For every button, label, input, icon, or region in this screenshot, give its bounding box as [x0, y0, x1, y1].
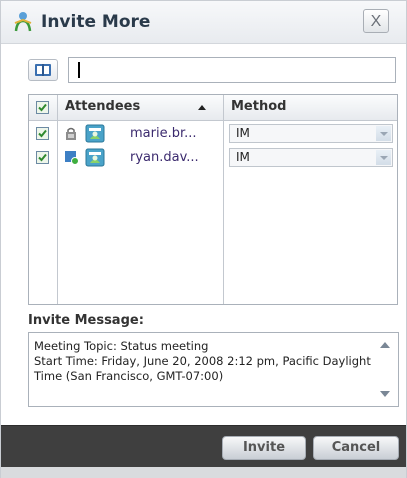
dialog-bottom-edge [1, 467, 406, 478]
meeting-people-icon [14, 12, 32, 32]
table-row: ryan.dav... IM [29, 146, 397, 170]
address-book-icon [35, 64, 51, 76]
checkmark-icon [38, 103, 47, 112]
method-value: IM [236, 150, 250, 164]
sort-ascending-icon[interactable] [198, 105, 206, 110]
dialog-title: Invite More [41, 12, 151, 32]
attendees-table: Attendees Method marie.br... IM ryan.dav… [28, 94, 398, 305]
column-header-attendees[interactable]: Attendees [65, 99, 140, 114]
select-all-checkbox[interactable] [36, 101, 49, 114]
text-caret [78, 62, 80, 78]
table-header: Attendees Method [29, 95, 397, 121]
method-dropdown[interactable]: IM [229, 148, 393, 167]
dialog-footer: Invite Cancel [1, 425, 406, 468]
chevron-down-icon[interactable] [376, 126, 391, 141]
cancel-button[interactable]: Cancel [313, 436, 399, 460]
invite-message-text: Meeting Topic: Status meeting Start Time… [34, 339, 371, 383]
checkmark-icon [38, 153, 47, 162]
column-header-method[interactable]: Method [231, 99, 286, 114]
invite-message-label: Invite Message: [28, 313, 144, 328]
address-book-button[interactable] [28, 59, 58, 81]
checkmark-icon [38, 129, 47, 138]
presence-icon [65, 151, 79, 165]
contact-card-icon [85, 124, 105, 143]
contact-card-icon [85, 148, 105, 167]
close-button[interactable]: X [363, 9, 389, 33]
title-bar: Invite More X [1, 1, 406, 44]
invite-more-dialog: Invite More X Attendees Method marie.br.… [0, 0, 407, 478]
method-value: IM [236, 126, 250, 140]
invite-button[interactable]: Invite [222, 436, 306, 460]
invite-message-textarea[interactable]: Meeting Topic: Status meeting Start Time… [28, 332, 399, 407]
scroll-up-icon[interactable] [377, 336, 393, 354]
scroll-down-icon[interactable] [377, 385, 393, 403]
table-row: marie.br... IM [29, 122, 397, 146]
attendee-name: ryan.dav... [130, 150, 199, 165]
lock-icon [66, 127, 76, 140]
row-checkbox[interactable] [36, 151, 49, 164]
close-icon: X [370, 13, 382, 30]
row-checkbox[interactable] [36, 127, 49, 140]
chevron-down-icon[interactable] [376, 150, 391, 165]
attendee-name: marie.br... [130, 126, 197, 141]
method-dropdown[interactable]: IM [229, 124, 393, 143]
search-input[interactable] [68, 57, 396, 83]
